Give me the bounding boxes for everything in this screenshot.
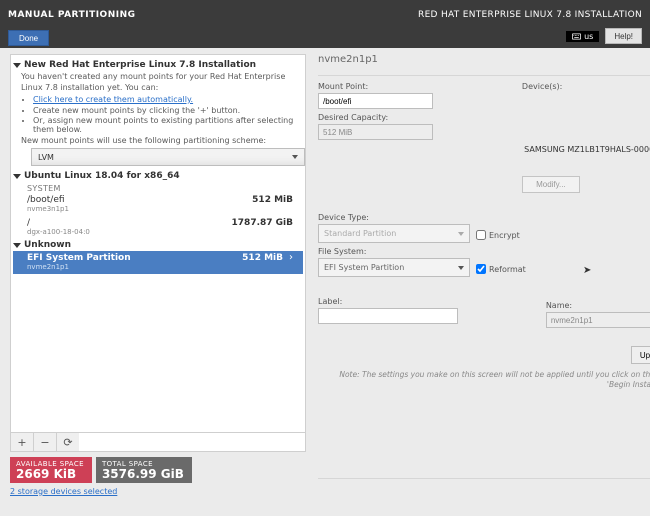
- chevron-down-icon: [13, 63, 21, 68]
- desired-label: Desired Capacity:: [318, 113, 502, 122]
- product-name: RED HAT ENTERPRISE LINUX 7.8 INSTALLATIO…: [418, 10, 642, 20]
- storage-devices-link[interactable]: 2 storage devices selected: [10, 487, 306, 496]
- keyboard-layout: us: [584, 32, 593, 41]
- chevron-down-icon: [13, 174, 21, 179]
- mount-name: /boot/efi: [27, 195, 69, 205]
- section-title: New Red Hat Enterprise Linux 7.8 Install…: [24, 60, 256, 70]
- dtype-value: Standard Partition: [324, 229, 396, 238]
- intro-text: You haven't created any mount points for…: [13, 71, 303, 93]
- reload-button[interactable]: ⟳: [57, 433, 79, 451]
- page-title: MANUAL PARTITIONING: [8, 10, 136, 20]
- auto-create-link[interactable]: Click here to create them automatically.: [33, 95, 193, 104]
- bullet: Create new mount points by clicking the …: [33, 106, 303, 115]
- section-unknown[interactable]: Unknown: [13, 239, 303, 251]
- partition-tree: New Red Hat Enterprise Linux 7.8 Install…: [10, 54, 306, 452]
- add-button[interactable]: +: [11, 433, 34, 451]
- scheme-label: New mount points will use the following …: [13, 136, 303, 145]
- group-label: SYSTEM: [13, 184, 303, 193]
- section-ubuntu[interactable]: Ubuntu Linux 18.04 for x86_64: [13, 170, 303, 182]
- device-sub: dgx-a100-18-04:0: [27, 228, 90, 236]
- fs-value: EFI System Partition: [324, 263, 404, 272]
- device-text: SAMSUNG MZ1LB1T9HALS-00007 (nvme2n1): [522, 145, 650, 154]
- topbar: MANUAL PARTITIONING RED HAT ENTERPRISE L…: [0, 0, 650, 30]
- update-settings-button[interactable]: Update Settings: [631, 346, 650, 364]
- encrypt-checkbox[interactable]: [476, 230, 486, 240]
- value: 3576.99 GiB: [102, 468, 184, 480]
- section-title: Unknown: [24, 240, 71, 250]
- label-label: Label:: [318, 297, 526, 306]
- bullet: Or, assign new mount points to existing …: [33, 116, 303, 134]
- chevron-down-icon: [458, 232, 464, 236]
- label-input[interactable]: [318, 308, 458, 324]
- mount-label: Mount Point:: [318, 82, 502, 91]
- name-input: [546, 312, 650, 328]
- encrypt-label: Encrypt: [489, 231, 520, 240]
- table-row-selected[interactable]: EFI System Partition nvme2n1p1 512 MiB ›: [13, 251, 303, 274]
- desired-input: [318, 124, 433, 140]
- mount-name: /: [27, 218, 90, 228]
- reformat-label: Reformat: [489, 265, 526, 274]
- reformat-checkbox[interactable]: [476, 264, 486, 274]
- table-row[interactable]: /boot/efi nvme3n1p1 512 MiB: [13, 193, 303, 216]
- value: 2669 KiB: [16, 468, 84, 480]
- remove-button[interactable]: −: [34, 433, 57, 451]
- device-sub: nvme3n1p1: [27, 205, 69, 213]
- dtype-select: Standard Partition: [318, 224, 470, 243]
- done-button[interactable]: Done: [8, 30, 49, 46]
- size: 512 MiB: [252, 195, 293, 205]
- section-title: Ubuntu Linux 18.04 for x86_64: [24, 171, 180, 181]
- space-summary: AVAILABLE SPACE 2669 KiB TOTAL SPACE 357…: [10, 457, 306, 483]
- devices-label: Device(s):: [522, 82, 650, 91]
- encrypt-check[interactable]: Encrypt: [476, 230, 520, 240]
- divider: [318, 478, 650, 479]
- help-button[interactable]: Help!: [605, 28, 642, 44]
- keyboard-indicator[interactable]: us: [566, 31, 599, 42]
- chevron-down-icon: [458, 266, 464, 270]
- settings-note: Note: The settings you make on this scre…: [318, 370, 650, 390]
- scheme-value: LVM: [38, 153, 54, 162]
- total-space: TOTAL SPACE 3576.99 GiB: [96, 457, 192, 483]
- dtype-label: Device Type:: [318, 213, 526, 222]
- mount-name: EFI System Partition: [27, 253, 131, 263]
- size: 1787.87 GiB: [232, 218, 293, 228]
- fs-select[interactable]: EFI System Partition: [318, 258, 470, 277]
- device-sub: nvme2n1p1: [27, 263, 131, 271]
- chevron-down-icon: [13, 243, 21, 248]
- fs-label: File System:: [318, 247, 526, 256]
- modify-button: Modify...: [522, 176, 580, 193]
- chevron-down-icon: [292, 155, 298, 159]
- chevron-right-icon: ›: [289, 253, 293, 263]
- available-space: AVAILABLE SPACE 2669 KiB: [10, 457, 92, 483]
- name-label: Name:: [546, 301, 650, 310]
- section-new-install[interactable]: New Red Hat Enterprise Linux 7.8 Install…: [13, 59, 303, 71]
- selected-device-title: nvme2n1p1: [318, 54, 650, 65]
- keyboard-icon: [572, 32, 581, 41]
- mount-input[interactable]: [318, 93, 433, 109]
- scheme-select[interactable]: LVM: [31, 148, 305, 166]
- reformat-check[interactable]: Reformat: [476, 264, 526, 274]
- table-row[interactable]: / dgx-a100-18-04:0 1787.87 GiB: [13, 216, 303, 239]
- divider: [318, 75, 650, 76]
- size: 512 MiB: [242, 253, 283, 263]
